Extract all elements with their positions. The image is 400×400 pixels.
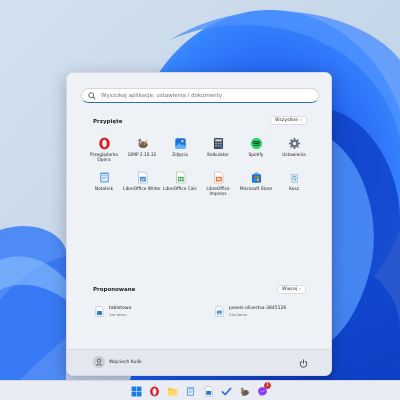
- recycle-bin-icon: [288, 171, 301, 184]
- app-label: LibreOffice Writer: [123, 186, 161, 192]
- windows-start-icon[interactable]: [130, 385, 142, 397]
- start-menu-footer: Wojciech Kulik: [67, 349, 331, 375]
- messenger-icon[interactable]: 1: [256, 382, 271, 397]
- all-apps-label: Wszystkie: [275, 118, 299, 123]
- app-label: Notatnik: [94, 186, 114, 192]
- recommended-title: Proponowane: [93, 287, 136, 293]
- notepad-icon: [98, 171, 111, 184]
- app-label: Microsoft Store: [239, 186, 273, 192]
- app-label: LibreOffice Impress: [206, 186, 230, 198]
- app-label: Kosz: [289, 186, 299, 192]
- user-icon: [95, 358, 103, 366]
- image-file-icon: [215, 306, 224, 317]
- pinned-app-recycle-bin[interactable]: Kosz: [275, 171, 313, 198]
- libreoffice-calc-icon: [174, 171, 187, 184]
- recommended-item[interactable]: pexels-olivertsa-3845126 22s temu: [215, 306, 286, 317]
- app-label: Spotify: [248, 153, 264, 158]
- pinned-app-settings[interactable]: Ustawienia: [275, 137, 313, 164]
- chevron-right-icon: ›: [299, 287, 301, 292]
- running-indicator: [242, 394, 246, 396]
- recommended-item-name: tabletowo: [109, 306, 132, 311]
- opera-icon[interactable]: [148, 385, 160, 397]
- spotify-icon: [250, 137, 263, 150]
- pinned-app-notepad[interactable]: Notatnik: [85, 171, 123, 198]
- pinned-app-opera[interactable]: Przeglądarka Opera: [85, 137, 123, 164]
- libreoffice-impress-icon: [212, 171, 225, 184]
- pinned-app-gimp[interactable]: GIMP 2.10.32: [123, 137, 161, 164]
- gimp-icon: [136, 137, 149, 150]
- pinned-apps-grid: Przeglądarka Opera GIMP 2.10.32 Zdjęcia …: [85, 137, 315, 198]
- document-icon: [95, 306, 104, 317]
- app-label: Zdjęcia: [172, 153, 188, 158]
- taskbar: 1: [0, 380, 400, 400]
- gimp-icon[interactable]: [238, 385, 250, 397]
- power-icon[interactable]: [299, 359, 308, 368]
- recommended-item-name: pexels-olivertsa-3845126: [229, 306, 287, 311]
- file-explorer-icon[interactable]: [166, 385, 178, 397]
- pinned-app-libreoffice-impress[interactable]: LibreOffice Impress: [199, 171, 237, 198]
- app-label: Kalkulator: [207, 153, 229, 158]
- avatar: [93, 356, 105, 368]
- app-label: Przeglądarka Opera: [90, 153, 118, 164]
- todo-icon[interactable]: [220, 385, 232, 397]
- search-icon: [88, 91, 96, 100]
- pinned-app-libreoffice-calc[interactable]: LibreOffice Calc: [161, 171, 199, 198]
- recommended-item-time: 1m temu: [109, 311, 127, 317]
- notification-badge: 1: [264, 382, 271, 389]
- calculator-icon: [212, 137, 225, 150]
- settings-gear-icon: [288, 137, 301, 150]
- user-account-button[interactable]: Wojciech Kulik: [93, 356, 142, 368]
- notepad-icon[interactable]: [184, 385, 196, 397]
- pinned-app-photos[interactable]: Zdjęcia: [161, 137, 199, 164]
- user-name: Wojciech Kulik: [109, 359, 142, 365]
- app-label: LibreOffice Calc: [163, 186, 197, 192]
- running-indicator: [152, 394, 156, 396]
- search-box[interactable]: [81, 88, 319, 103]
- libreoffice-writer-icon: [136, 171, 149, 184]
- pinned-app-calculator[interactable]: Kalkulator: [199, 137, 237, 164]
- pinned-app-microsoft-store[interactable]: Microsoft Store: [237, 171, 275, 198]
- libreoffice-writer-icon[interactable]: [202, 385, 214, 397]
- chevron-right-icon: ›: [300, 118, 302, 123]
- recommended-item[interactable]: tabletowo 1m temu: [95, 306, 131, 317]
- pinned-app-spotify[interactable]: Spotify: [237, 137, 275, 164]
- recommended-item-time: 22s temu: [229, 311, 248, 317]
- pinned-title: Przypięte: [93, 119, 123, 125]
- start-menu: Przypięte Wszystkie › Przeglądarka Opera…: [66, 72, 332, 376]
- pinned-app-libreoffice-writer[interactable]: LibreOffice Writer: [123, 171, 161, 198]
- search-input[interactable]: [101, 92, 311, 99]
- microsoft-store-icon: [250, 171, 263, 184]
- app-label: Ustawienia: [282, 153, 306, 158]
- all-apps-button[interactable]: Wszystkie ›: [270, 116, 307, 125]
- more-label: Więcej: [282, 287, 298, 292]
- photos-icon: [174, 137, 187, 150]
- opera-icon: [98, 137, 111, 150]
- app-label: GIMP 2.10.32: [127, 153, 157, 158]
- more-button[interactable]: Więcej ›: [277, 285, 306, 294]
